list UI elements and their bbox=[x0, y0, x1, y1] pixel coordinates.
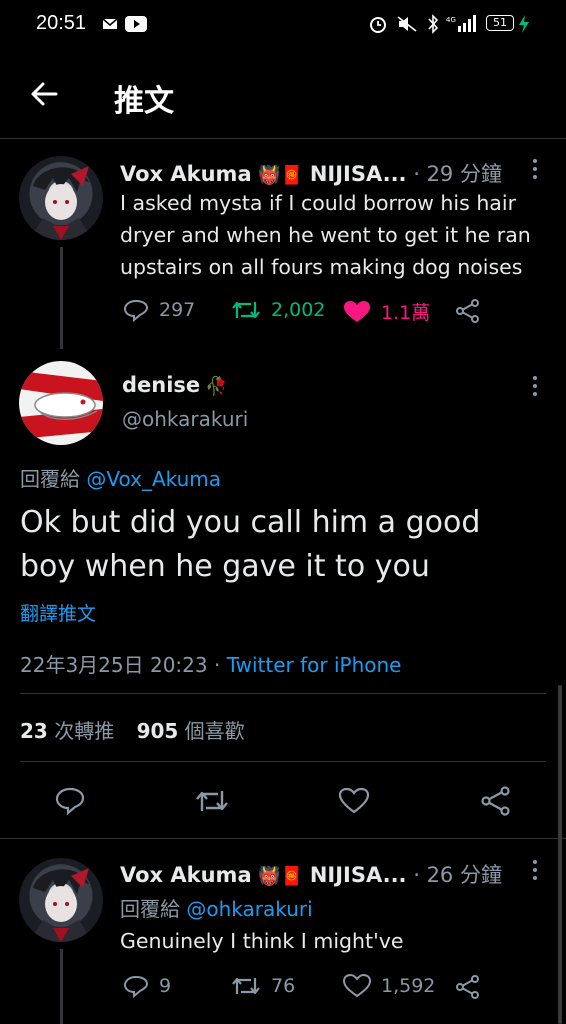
tweet-text-line: I asked mysta if I could borrow his hair bbox=[120, 191, 516, 215]
affiliation: NIJISA... bbox=[309, 863, 407, 887]
heart-filled-icon bbox=[344, 300, 370, 322]
reply-to-label: 回覆給 bbox=[20, 467, 80, 491]
status-time: 20:51 bbox=[36, 12, 87, 34]
bluetooth-icon bbox=[428, 14, 439, 34]
divider bbox=[20, 693, 546, 694]
display-name[interactable]: Vox Akuma bbox=[120, 863, 252, 887]
mail-icon bbox=[102, 18, 118, 29]
heart-icon bbox=[343, 974, 371, 998]
avatar[interactable] bbox=[19, 858, 103, 942]
affiliation: NIJISA... bbox=[309, 162, 407, 186]
retweet-button[interactable]: 76 bbox=[231, 974, 295, 998]
avatar-illustration bbox=[29, 868, 93, 942]
alarm-icon bbox=[370, 17, 386, 33]
tweet-text: I asked mysta if I could borrow his hair… bbox=[120, 187, 531, 283]
share-icon[interactable] bbox=[455, 975, 481, 999]
reply-button[interactable]: 297 bbox=[123, 298, 195, 322]
like-count: 1.1萬 bbox=[381, 302, 431, 324]
reply-count: 297 bbox=[159, 299, 196, 321]
avatar-illustration bbox=[19, 371, 103, 439]
more-options-icon[interactable] bbox=[533, 376, 539, 400]
focused-tweet: denise 🥀 @ohkarakuri 回覆給 @Vox_Akuma Ok b… bbox=[0, 349, 566, 839]
svg-text:4G: 4G bbox=[446, 16, 456, 24]
top-header: 推文 bbox=[0, 50, 566, 139]
tweet-text-line: dryer and when he went to get it he ran bbox=[120, 223, 531, 247]
avatar-illustration bbox=[29, 166, 93, 240]
datetime[interactable]: 22年3月25日 20:23 · bbox=[20, 653, 220, 677]
reply-icon bbox=[123, 299, 149, 322]
retweet-count: 2,002 bbox=[271, 299, 326, 321]
engagement-stats: 23 次轉推 905 個喜歡 bbox=[20, 715, 245, 744]
timestamp[interactable]: · 29 分鐘 bbox=[413, 162, 502, 186]
more-options-icon[interactable] bbox=[533, 860, 539, 884]
tweet-meta: Vox Akuma 👹🧧 NIJISA... · 29 分鐘 bbox=[120, 158, 502, 188]
avatar[interactable] bbox=[19, 361, 103, 445]
thread-line bbox=[60, 949, 63, 1024]
like-button[interactable]: 1.1萬 bbox=[343, 298, 430, 325]
retweet-icon bbox=[232, 301, 260, 319]
name-emoji: 👹🧧 bbox=[258, 866, 304, 887]
more-options-icon[interactable] bbox=[533, 159, 539, 183]
reply-to-handle[interactable]: @ohkarakuri bbox=[186, 897, 312, 921]
tweet-meta: Vox Akuma 👹🧧 NIJISA... · 26 分鐘 bbox=[120, 859, 502, 889]
reply-count: 9 bbox=[159, 975, 172, 997]
like-total[interactable]: 905 bbox=[137, 719, 179, 743]
share-icon[interactable] bbox=[455, 299, 481, 323]
reply-icon bbox=[123, 975, 149, 998]
retweet-label[interactable]: 次轉推 bbox=[54, 719, 114, 743]
author-name-row: denise 🥀 bbox=[122, 373, 228, 397]
charging-icon bbox=[519, 15, 529, 33]
retweet-count: 76 bbox=[271, 975, 296, 997]
status-bar: 20:51 4G 51 bbox=[0, 0, 566, 50]
heart-icon[interactable] bbox=[338, 787, 370, 815]
retweet-icon[interactable] bbox=[194, 786, 230, 816]
retweet-button[interactable]: 2,002 bbox=[231, 298, 325, 322]
battery-level: 51 bbox=[493, 16, 507, 29]
reply-to-handle[interactable]: @Vox_Akuma bbox=[86, 467, 221, 491]
handle[interactable]: @ohkarakuri bbox=[122, 407, 248, 431]
reply-tweet[interactable]: Vox Akuma 👹🧧 NIJISA... · 26 分鐘 回覆給 @ohka… bbox=[0, 839, 566, 1024]
like-count: 1,592 bbox=[381, 975, 436, 997]
reply-to-line: 回覆給 @Vox_Akuma bbox=[20, 463, 221, 492]
tweet-text-line: boy when he gave it to you bbox=[20, 549, 430, 584]
reply-to-label: 回覆給 bbox=[120, 897, 180, 921]
timestamp[interactable]: · 26 分鐘 bbox=[413, 863, 502, 887]
tweet-text: Genuinely I think I might've bbox=[120, 929, 404, 953]
display-name[interactable]: Vox Akuma bbox=[120, 162, 252, 186]
tweet-datetime-row: 22年3月25日 20:23 · Twitter for iPhone bbox=[20, 649, 401, 678]
mute-icon bbox=[397, 16, 417, 32]
share-icon[interactable] bbox=[480, 786, 512, 816]
name-emoji: 👹🧧 bbox=[258, 165, 304, 186]
name-emoji: 🥀 bbox=[205, 376, 228, 397]
thread-line bbox=[60, 247, 63, 349]
retweet-total[interactable]: 23 bbox=[20, 719, 48, 743]
youtube-icon bbox=[125, 16, 147, 32]
translate-link[interactable]: 翻譯推文 bbox=[20, 599, 96, 626]
divider bbox=[20, 761, 546, 762]
signal-icon: 4G bbox=[446, 15, 476, 32]
like-button[interactable]: 1,592 bbox=[343, 974, 435, 998]
reply-button[interactable]: 9 bbox=[123, 974, 171, 998]
parent-tweet[interactable]: Vox Akuma 👹🧧 NIJISA... · 29 分鐘 I asked m… bbox=[0, 139, 566, 349]
avatar[interactable] bbox=[19, 156, 103, 240]
tweet-text-line: Ok but did you call him a good bbox=[20, 505, 481, 540]
tweet-text: Ok but did you call him a good boy when … bbox=[20, 501, 480, 589]
battery-icon: 51 bbox=[486, 15, 514, 31]
like-label[interactable]: 個喜歡 bbox=[185, 719, 245, 743]
retweet-icon bbox=[232, 977, 260, 995]
page-title: 推文 bbox=[114, 84, 174, 119]
reply-icon[interactable] bbox=[54, 786, 86, 816]
source-link[interactable]: Twitter for iPhone bbox=[227, 653, 402, 677]
display-name[interactable]: denise bbox=[122, 373, 200, 397]
tweet-text-line: upstairs on all fours making dog noises bbox=[120, 255, 523, 279]
reply-to-line: 回覆給 @ohkarakuri bbox=[120, 893, 313, 922]
back-arrow-icon[interactable] bbox=[30, 81, 58, 107]
